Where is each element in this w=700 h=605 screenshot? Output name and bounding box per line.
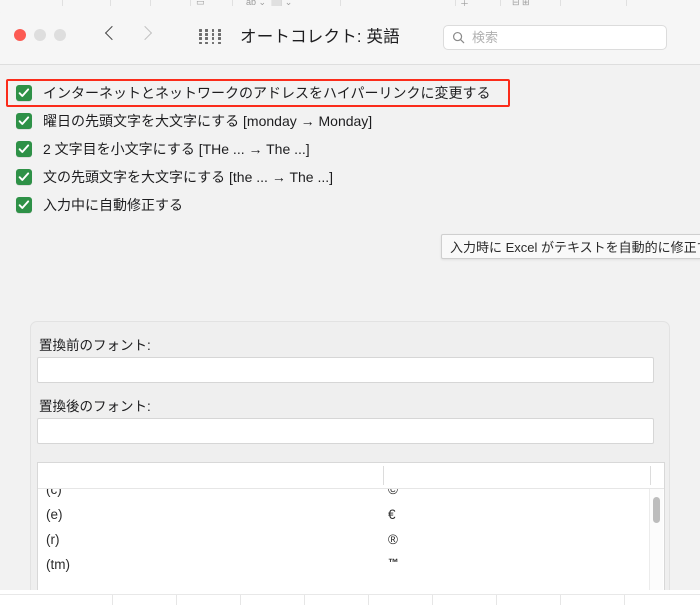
- cell-to: …: [388, 582, 402, 590]
- checkbox-weekday-capitalize[interactable]: [16, 113, 32, 129]
- check-icon: [18, 88, 30, 97]
- search-icon: [452, 31, 465, 44]
- option-label: 文の先頭文字を大文字にする [the ... → The ...]: [43, 169, 334, 185]
- replace-text-group: 置換前のフォント: 置換後のフォント: (c) © (e) € (r) ® (t…: [30, 321, 670, 590]
- option-label: インターネットとネットワークのアドレスをハイパーリンクに変更する: [43, 85, 491, 101]
- option-row-sentence-capitalize[interactable]: 文の先頭文字を大文字にする [the ... → The ...]: [0, 163, 700, 191]
- table-row[interactable]: (r) ®: [38, 527, 664, 552]
- table-header: [38, 463, 664, 489]
- replace-before-field[interactable]: [37, 357, 654, 383]
- search-field[interactable]: [443, 25, 667, 50]
- cell-from: ...: [46, 582, 58, 590]
- check-icon: [18, 172, 30, 181]
- table-row[interactable]: (c) ©: [38, 489, 664, 502]
- dialog-body: インターネットとネットワークのアドレスをハイパーリンクに変更する 曜日の先頭文字…: [0, 65, 700, 590]
- cell-from: (c): [46, 489, 62, 497]
- table-scrollbar[interactable]: [649, 489, 663, 590]
- autocorrect-dialog: オートコレクト: 英語 インターネットとネッ: [0, 6, 700, 590]
- background-spreadsheet-grid: [0, 594, 700, 605]
- scrollbar-thumb[interactable]: [653, 497, 660, 523]
- option-row-second-letter-lowercase[interactable]: 2 文字目を小文字にする [THe ... → The ...]: [0, 135, 700, 163]
- cell-to: €: [388, 507, 396, 522]
- replace-before-input[interactable]: [38, 358, 653, 382]
- screen: ▭ ab ⌄ ⬜ ⌄ ＋ ⊟ ⊞ オートコレクト: 英語 検索 インターネットと…: [0, 0, 700, 605]
- option-row-autocorrect-while-typing[interactable]: 入力中に自動修正する: [0, 191, 700, 219]
- window-controls: [14, 29, 66, 41]
- cell-from: (r): [46, 532, 60, 547]
- replace-after-input[interactable]: [38, 419, 653, 443]
- option-label: 曜日の先頭文字を大文字にする [monday → Monday]: [43, 113, 373, 129]
- tooltip-autocorrect-while-typing: 入力時に Excel がテキストを自動的に修正する: [441, 234, 700, 259]
- replace-after-label: 置換後のフォント:: [39, 399, 151, 414]
- chevron-left-icon[interactable]: [105, 24, 119, 46]
- checkbox-sentence-capitalize[interactable]: [16, 169, 32, 185]
- chevron-right-icon[interactable]: [139, 24, 153, 46]
- cell-from: (tm): [46, 557, 70, 572]
- cell-to: ®: [388, 532, 398, 547]
- checkbox-second-letter-lowercase[interactable]: [16, 141, 32, 157]
- replacement-table[interactable]: (c) © (e) € (r) ® (tm) ™ ... …: [37, 462, 665, 590]
- table-row[interactable]: ... …: [38, 577, 664, 590]
- check-icon: [18, 144, 30, 153]
- option-label: 2 文字目を小文字にする [THe ... → The ...]: [43, 141, 310, 157]
- grid-apps-icon[interactable]: [199, 29, 223, 45]
- close-window-button[interactable]: [14, 29, 26, 41]
- search-input[interactable]: [472, 30, 658, 45]
- cell-to: ™: [388, 557, 399, 569]
- autocorrect-options-list: インターネットとネットワークのアドレスをハイパーリンクに変更する 曜日の先頭文字…: [0, 79, 700, 219]
- option-label: 入力中に自動修正する: [43, 197, 183, 213]
- table-body[interactable]: (c) © (e) € (r) ® (tm) ™ ... …: [38, 489, 664, 590]
- title-bar: オートコレクト: 英語: [0, 6, 700, 65]
- minimize-window-button[interactable]: [34, 29, 46, 41]
- page-title: オートコレクト: 英語: [240, 28, 400, 46]
- check-icon: [18, 200, 30, 209]
- option-row-weekday-capitalize[interactable]: 曜日の先頭文字を大文字にする [monday → Monday]: [0, 107, 700, 135]
- option-row-hyperlink[interactable]: インターネットとネットワークのアドレスをハイパーリンクに変更する: [0, 79, 700, 107]
- navigation-controls: [105, 24, 153, 46]
- checkbox-hyperlink[interactable]: [16, 85, 32, 101]
- replace-before-label: 置換前のフォント:: [39, 338, 151, 353]
- check-icon: [18, 116, 30, 125]
- replace-after-field[interactable]: [37, 418, 654, 444]
- cell-to: ©: [388, 489, 398, 497]
- maximize-window-button[interactable]: [54, 29, 66, 41]
- table-row[interactable]: (tm) ™: [38, 552, 664, 577]
- cell-from: (e): [46, 507, 63, 522]
- checkbox-autocorrect-while-typing[interactable]: [16, 197, 32, 213]
- table-row[interactable]: (e) €: [38, 502, 664, 527]
